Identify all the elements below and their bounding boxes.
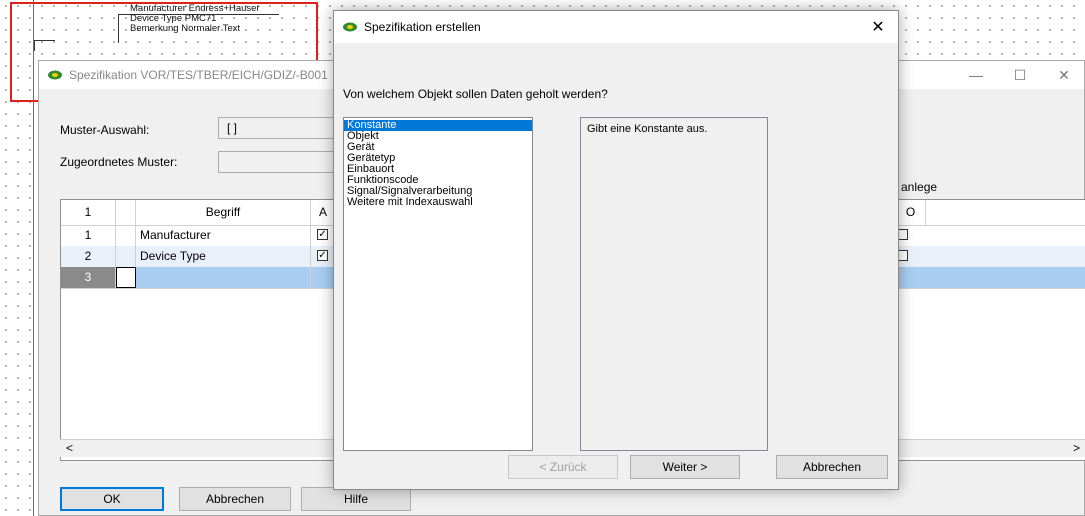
create-specification-dialog: Spezifikation erstellen ✕ Von welchem Ob…: [333, 10, 899, 490]
dialog-cancel-button[interactable]: Abbrechen: [776, 455, 888, 479]
zugeordnet-label: Zugeordnetes Muster:: [60, 155, 178, 169]
window-title: Spezifikation VOR/TES/TBER/EICH/GDIZ/-B0…: [69, 68, 328, 82]
header-marker: [116, 200, 136, 225]
row-checkbox-a[interactable]: ✓: [317, 229, 328, 240]
dialog-title: Spezifikation erstellen: [364, 20, 481, 34]
scroll-left-icon[interactable]: <: [66, 441, 73, 455]
app-icon: [343, 22, 357, 32]
help-button[interactable]: Hilfe: [301, 487, 411, 511]
zugeordnet-field[interactable]: [218, 151, 338, 173]
row-marker: [116, 246, 136, 267]
cad-text-remark[interactable]: Bemerkung Normaler Text: [130, 24, 240, 34]
row-begriff[interactable]: Device Type: [136, 246, 311, 267]
close-icon[interactable]: ✕: [868, 17, 888, 37]
header-col-o[interactable]: O: [896, 200, 926, 225]
list-item[interactable]: Weitere mit Indexauswahl: [344, 197, 532, 208]
cad-symbol: [34, 40, 55, 51]
description-text: Gibt eine Konstante aus.: [587, 123, 708, 135]
row-index: 1: [61, 225, 116, 246]
row-begriff[interactable]: Manufacturer: [136, 225, 311, 246]
description-panel: Gibt eine Konstante aus.: [580, 117, 768, 451]
row-marker: [116, 225, 136, 246]
cancel-button[interactable]: Abbrechen: [179, 487, 291, 511]
ok-button[interactable]: OK: [60, 487, 164, 511]
app-icon: [48, 70, 62, 80]
scroll-right-icon[interactable]: >: [1073, 441, 1080, 455]
object-listbox[interactable]: Konstante Objekt Gerät Gerätetyp Einbauo…: [343, 117, 533, 451]
muster-field[interactable]: [ ]: [218, 117, 338, 139]
back-button[interactable]: < Zurück: [508, 455, 618, 479]
muster-label: Muster-Auswahl:: [60, 123, 150, 137]
dialog-question: Von welchem Objekt sollen Daten geholt w…: [343, 87, 608, 101]
row-checkbox-a[interactable]: ✓: [317, 250, 328, 261]
row-begriff[interactable]: [136, 267, 311, 288]
maximize-button[interactable]: ☐: [1000, 63, 1040, 87]
header-begriff[interactable]: Begriff: [136, 200, 311, 225]
row-marker[interactable]: [116, 267, 136, 288]
header-index: 1: [61, 200, 116, 225]
row-index: 3: [61, 267, 116, 288]
next-button[interactable]: Weiter >: [630, 455, 740, 479]
row-index: 2: [61, 246, 116, 267]
dialog-titlebar[interactable]: Spezifikation erstellen ✕: [334, 11, 898, 43]
close-button[interactable]: ✕: [1044, 63, 1084, 87]
minimize-button[interactable]: —: [956, 63, 996, 87]
cad-border-line: [33, 0, 34, 516]
anlegen-label-partial: anlege: [901, 180, 938, 194]
